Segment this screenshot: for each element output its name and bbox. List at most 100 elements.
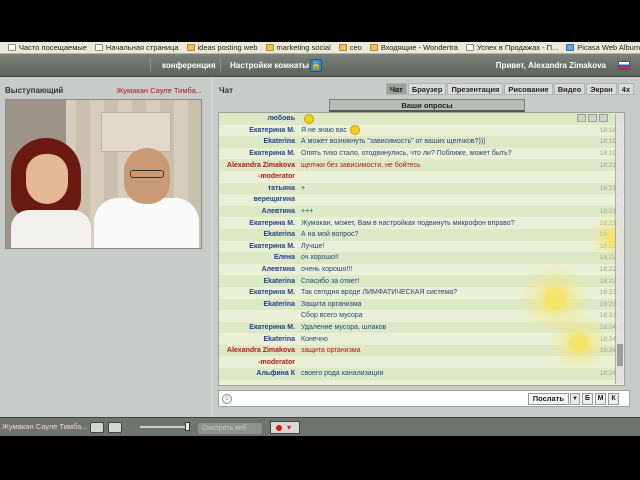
send-button[interactable]: Послать bbox=[527, 393, 569, 405]
message-time: 18:18 bbox=[599, 126, 616, 134]
microphone-button[interactable] bbox=[90, 422, 104, 433]
picture-icon bbox=[566, 44, 575, 51]
record-icon bbox=[276, 425, 282, 431]
message-author[interactable]: -moderator bbox=[219, 173, 301, 180]
emoticon-icon[interactable]: ☺ bbox=[222, 394, 232, 404]
bookmark-item[interactable]: ideas posting web bbox=[186, 43, 258, 52]
message-author[interactable]: любовь bbox=[219, 115, 301, 122]
bookmark-item[interactable]: Picasa Web Albums - ... bbox=[566, 43, 640, 52]
message-time: 18:21 bbox=[599, 161, 616, 169]
italic-button[interactable]: М bbox=[595, 393, 606, 405]
chat-message-row: Ekaterina А может возникнуть "зависимость… bbox=[219, 136, 624, 148]
bookmark-label: Часто посещаемые bbox=[19, 43, 87, 52]
chat-message-row: Альфина Ксвоего рода канализация 18:24 bbox=[219, 368, 624, 380]
message-author[interactable]: Ekaterina bbox=[219, 231, 301, 238]
chat-mini-controls bbox=[575, 114, 608, 122]
top-bar: конференция Настройки комнаты 🔒 Привет, … bbox=[0, 54, 640, 77]
chat-message-row: Еленаоч хорошо!!18:22 bbox=[219, 252, 624, 264]
record-button[interactable]: ▾ bbox=[270, 421, 300, 434]
message-author[interactable]: Ekaterina bbox=[219, 336, 301, 343]
watch-web-button[interactable]: Смотреть веб bbox=[198, 423, 262, 434]
topbar-separator bbox=[150, 59, 151, 72]
speaker-panel-title: Выступающий bbox=[5, 86, 64, 95]
message-time: 18:22 bbox=[599, 277, 616, 285]
bookmark-item[interactable]: Часто посещаемые bbox=[8, 43, 87, 52]
topbar-separator bbox=[220, 59, 221, 72]
message-author[interactable]: Алевтина bbox=[219, 266, 301, 273]
polls-popup[interactable]: Ваши опросы bbox=[329, 99, 525, 112]
message-text: А может возникнуть "зависимость" от ваши… bbox=[301, 138, 486, 146]
page-icon bbox=[465, 44, 474, 51]
lock-icon[interactable]: 🔒 bbox=[310, 59, 322, 72]
chat-tab[interactable]: Видео bbox=[553, 83, 586, 95]
message-author[interactable]: Екатерина М. bbox=[219, 289, 301, 296]
scrollbar-thumb[interactable] bbox=[617, 344, 623, 366]
chat-tab[interactable]: Экран bbox=[586, 83, 617, 95]
greeting-text: Привет, Alexandra Zimakova bbox=[495, 61, 606, 70]
page-icon bbox=[8, 44, 16, 51]
message-author[interactable]: Елена bbox=[219, 254, 301, 261]
letterbox-bottom bbox=[0, 436, 640, 480]
message-author[interactable]: Екатерина М. bbox=[219, 220, 301, 227]
message-author[interactable]: Alexandra Zimakova bbox=[219, 347, 301, 354]
letterbox-top bbox=[0, 0, 640, 42]
bookmark-label: ceo bbox=[349, 43, 362, 52]
record-dropdown-icon: ▾ bbox=[287, 423, 292, 432]
message-author[interactable]: Альфина К bbox=[219, 370, 301, 377]
chat-tab[interactable]: 4х bbox=[617, 83, 634, 95]
room-settings-menu[interactable]: Настройки комнаты bbox=[230, 61, 309, 70]
message-text: очень хорошо!!! bbox=[301, 266, 353, 274]
message-author[interactable]: Ekaterina bbox=[219, 138, 301, 145]
mini-control-icon[interactable] bbox=[599, 114, 608, 122]
message-author[interactable]: Алевтина bbox=[219, 208, 301, 215]
message-author[interactable]: Екатерина М. bbox=[219, 150, 301, 157]
send-options-dropdown[interactable]: ▼ bbox=[570, 393, 580, 405]
message-text: щелчки без зависимости, не бойтесь bbox=[301, 161, 421, 169]
chat-panel-title: Чат bbox=[219, 86, 233, 95]
bookmark-label: Picasa Web Albums - ... bbox=[577, 43, 640, 52]
underline-button[interactable]: К bbox=[608, 393, 619, 405]
chat-scrollbar[interactable] bbox=[615, 114, 623, 384]
chat-input-bar[interactable]: ☺ Послать ▼ Б М К bbox=[218, 390, 630, 407]
message-author[interactable]: татьяна bbox=[219, 185, 301, 192]
bookmark-item[interactable]: ceo bbox=[338, 43, 362, 52]
folder-icon bbox=[369, 44, 378, 51]
bookmark-item[interactable]: Начальная страница bbox=[94, 43, 179, 52]
chat-message-row: Alexandra Zimakova щелчки без зависимости… bbox=[219, 159, 624, 171]
bookmark-item[interactable]: marketing social bbox=[265, 43, 331, 52]
bookmark-label: ideas posting web bbox=[197, 43, 258, 52]
chat-message-row: Екатерина М. Жумакан, может, Вам в настро… bbox=[219, 217, 624, 229]
chat-tab[interactable]: Презентация bbox=[447, 83, 504, 95]
message-time: 18:21 bbox=[599, 184, 616, 192]
message-author[interactable]: Ekaterina bbox=[219, 278, 301, 285]
chat-tab[interactable]: Браузер bbox=[407, 83, 447, 95]
message-author[interactable]: Екатерина М. bbox=[219, 324, 301, 331]
message-time: 18:19 bbox=[599, 138, 616, 146]
chat-message-row: Екатерина М.Лучше!18:22 bbox=[219, 241, 624, 253]
bold-button[interactable]: Б bbox=[582, 393, 593, 405]
camera-button[interactable] bbox=[108, 422, 122, 433]
speaker-name: Жумакан Сауле Тимба... bbox=[116, 86, 202, 95]
message-author[interactable]: Ekaterina bbox=[219, 301, 301, 308]
message-text: Я не знаю вас bbox=[301, 126, 347, 134]
volume-slider-knob[interactable] bbox=[185, 422, 190, 431]
message-text: Жумакан, может, Вам в настройках подвину… bbox=[301, 219, 515, 227]
chat-message-row: любовь bbox=[219, 113, 624, 125]
message-author[interactable]: Екатерина М. bbox=[219, 127, 301, 134]
bookmark-item[interactable]: Входящие - Wondertra bbox=[369, 43, 458, 52]
message-author[interactable]: -moderator bbox=[219, 359, 301, 366]
message-author[interactable]: Екатерина М. bbox=[219, 243, 301, 250]
mini-control-icon[interactable] bbox=[588, 114, 597, 122]
mini-control-icon[interactable] bbox=[577, 114, 586, 122]
bookmark-label: Начальная страница bbox=[105, 43, 179, 52]
message-author[interactable]: Alexandra Zimakova bbox=[219, 162, 301, 169]
chat-tab[interactable]: Чат bbox=[385, 83, 407, 95]
bookmark-item[interactable]: Успех в Продажах - П... bbox=[465, 43, 558, 52]
volume-slider[interactable] bbox=[140, 426, 190, 428]
conference-menu[interactable]: конференция bbox=[162, 61, 216, 70]
message-author[interactable]: верещагина bbox=[219, 196, 301, 203]
chat-tab[interactable]: Рисование bbox=[504, 83, 553, 95]
russian-flag-icon[interactable] bbox=[618, 61, 630, 70]
chat-message-row: Екатерина М. Я не знаю вас 18:18 bbox=[219, 125, 624, 137]
bookmark-label: marketing social bbox=[276, 43, 331, 52]
